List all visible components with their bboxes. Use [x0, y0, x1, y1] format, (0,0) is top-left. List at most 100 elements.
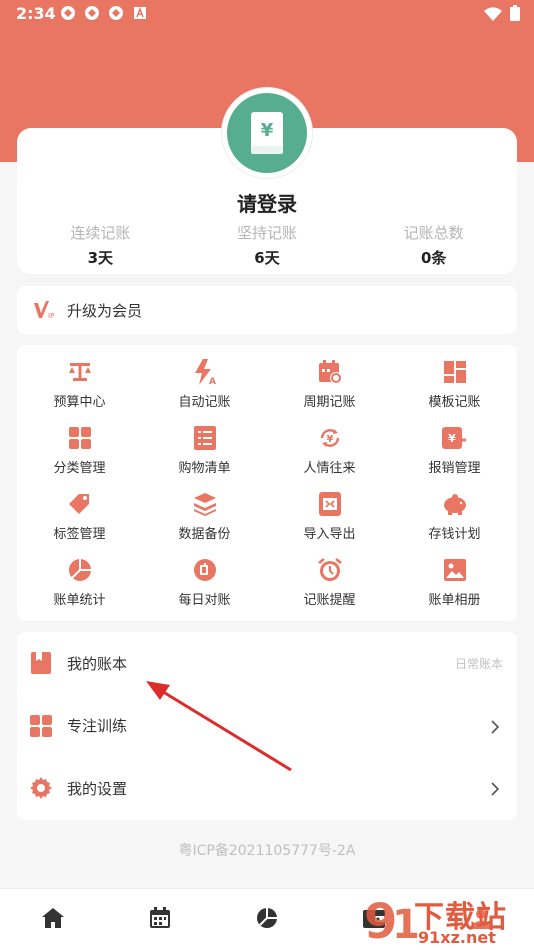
stat-value: 6天	[254, 249, 280, 267]
grid-item-tags[interactable]: 标签管理	[17, 483, 142, 549]
grid-label: 报销管理	[428, 460, 481, 476]
home-icon	[42, 907, 65, 932]
upgrade-vip-button[interactable]: IP 升级为会员	[17, 286, 517, 334]
site-watermark: 9 1 下载站 91xz.net	[362, 888, 534, 950]
nav-calendar[interactable]	[107, 889, 214, 950]
app-notification-icon	[84, 5, 100, 21]
grid-label: 账单相册	[428, 592, 481, 608]
avatar[interactable]: ¥	[222, 88, 312, 178]
grid-item-reminder[interactable]: 记账提醒	[267, 549, 392, 615]
scale-icon	[67, 359, 93, 385]
menu-item-my-books[interactable]: 我的账本 日常账本	[17, 632, 517, 695]
grid-item-template[interactable]: 模板记账	[392, 351, 517, 417]
status-bar: 2:34	[0, 0, 534, 28]
category-grid-icon	[67, 425, 93, 451]
calendar-icon	[149, 906, 171, 933]
svg-text:¥: ¥	[326, 434, 333, 445]
feature-grid: 预算中心 A 自动记账 周期记账 模板记账 分类管理 购物清单 ¥ 人情往来 ¥…	[17, 345, 517, 621]
grid-item-budget[interactable]: 预算中心	[17, 351, 142, 417]
icp-footer[interactable]: 粤ICP备2021105777号-2A	[0, 840, 534, 860]
grid-label: 模板记账	[428, 394, 481, 410]
svg-text:IP: IP	[48, 312, 54, 320]
chevron-right-icon	[489, 781, 501, 796]
vip-icon: IP	[33, 300, 55, 320]
piggy-bank-icon	[442, 491, 468, 517]
grid-label: 人情往来	[303, 460, 356, 476]
grid-label: 周期记账	[303, 394, 356, 410]
auto-bolt-icon: A	[192, 358, 218, 385]
nav-chart[interactable]	[214, 889, 321, 950]
stats-row: 连续记账 3天 坚持记账 6天 记账总数 0条	[17, 222, 517, 268]
grid-item-category[interactable]: 分类管理	[17, 417, 142, 483]
grid-label: 自动记账	[178, 394, 231, 410]
grid-item-savings[interactable]: 存钱计划	[392, 483, 517, 549]
bookmark-book-icon	[29, 651, 53, 675]
list-icon	[192, 425, 218, 451]
menu-item-focus[interactable]: 专注训练	[17, 695, 517, 758]
login-title[interactable]: 请登录	[0, 188, 534, 217]
grid-label: 记账提醒	[303, 592, 356, 608]
layers-icon	[192, 491, 218, 517]
app-notification-icon	[60, 5, 76, 21]
grid-label: 购物清单	[178, 460, 231, 476]
stat-value: 3天	[87, 249, 114, 267]
stat-label: 坚持记账	[237, 224, 298, 242]
grid-item-shopping[interactable]: 购物清单	[142, 417, 267, 483]
photo-icon	[442, 557, 468, 583]
tag-icon	[67, 491, 93, 517]
nav-home[interactable]	[0, 889, 107, 950]
calendar-cycle-icon	[317, 359, 343, 385]
menu-label: 我的设置	[67, 779, 128, 798]
status-time: 2:34	[16, 4, 56, 23]
watermark-logo-icon: 9 1	[364, 894, 420, 950]
battery-icon	[510, 5, 520, 25]
svg-text:A: A	[209, 377, 216, 385]
grid-label: 标签管理	[53, 526, 106, 542]
menu-card: 我的账本 日常账本 专注训练 我的设置	[17, 632, 517, 820]
stat-persist: 坚持记账 6天	[184, 222, 351, 268]
grid-item-album[interactable]: 账单相册	[392, 549, 517, 615]
stat-label: 记账总数	[403, 224, 464, 242]
stat-value: 0条	[420, 249, 447, 267]
chevron-right-icon	[489, 719, 501, 734]
svg-text:¥: ¥	[261, 120, 274, 141]
menu-label: 我的账本	[67, 654, 128, 673]
svg-text:¥: ¥	[448, 432, 456, 445]
alarm-icon	[317, 557, 343, 583]
daily-check-icon	[192, 557, 218, 583]
grid-label: 预算中心	[53, 394, 106, 410]
menu-label: 专注训练	[67, 717, 128, 736]
system-icons	[484, 5, 520, 25]
grid-label: 每日对账	[178, 592, 231, 608]
template-icon	[442, 359, 468, 385]
exchange-icon: ¥	[317, 425, 343, 451]
ledger-book-icon: ¥	[227, 93, 307, 173]
watermark-url: 91xz.net	[418, 928, 496, 947]
excel-icon	[317, 491, 343, 517]
grid-item-auto[interactable]: A 自动记账	[142, 351, 267, 417]
grid-item-backup[interactable]: 数据备份	[142, 483, 267, 549]
grid-item-stats[interactable]: 账单统计	[17, 549, 142, 615]
pie-chart-icon	[256, 907, 278, 933]
grid-label: 数据备份	[178, 526, 231, 542]
grid-label: 存钱计划	[428, 526, 481, 542]
wifi-icon	[484, 6, 502, 25]
grid-item-cycle[interactable]: 周期记账	[267, 351, 392, 417]
stat-label: 连续记账	[70, 224, 131, 242]
gear-icon	[29, 776, 53, 800]
stat-total: 记账总数 0条	[350, 222, 517, 268]
grid-item-reimburse[interactable]: ¥ 报销管理	[392, 417, 517, 483]
menu-item-settings[interactable]: 我的设置	[17, 757, 517, 820]
grid-item-favors[interactable]: ¥ 人情往来	[267, 417, 392, 483]
reimburse-icon: ¥	[441, 425, 468, 451]
grid-label: 导入导出	[303, 526, 356, 542]
grid-item-import-export[interactable]: 导入导出	[267, 483, 392, 549]
app-notification-icon	[108, 5, 124, 21]
grid-icon	[29, 714, 53, 738]
grid-item-daily[interactable]: 每日对账	[142, 549, 267, 615]
current-book-value: 日常账本	[454, 656, 503, 671]
grid-label: 账单统计	[53, 592, 106, 608]
grid-label: 分类管理	[53, 460, 106, 476]
notification-icons	[60, 5, 148, 21]
vip-label: 升级为会员	[67, 301, 143, 320]
